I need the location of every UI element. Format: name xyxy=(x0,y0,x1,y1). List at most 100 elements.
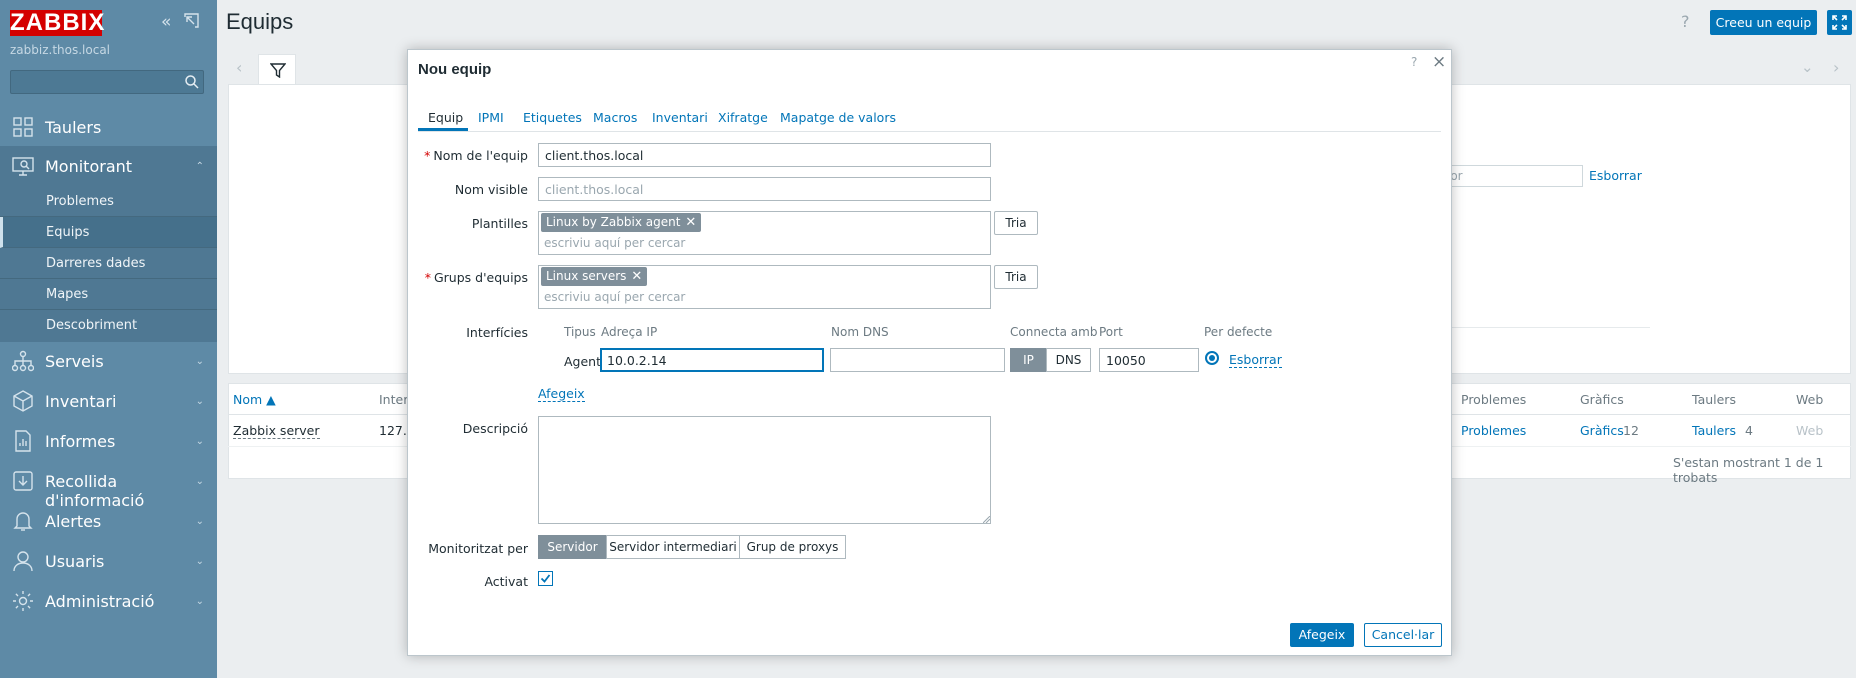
interfaces-label: Interfícies xyxy=(466,325,528,340)
remove-chip-icon[interactable]: ✕ xyxy=(685,215,696,230)
close-icon[interactable]: × xyxy=(1432,52,1446,72)
tab-value-mapping[interactable]: Mapatge de valors xyxy=(780,110,896,125)
tab-ipmi[interactable]: IPMI xyxy=(478,110,504,125)
dashboards-link[interactable]: Taulers xyxy=(1692,423,1736,438)
host-groups-label-text: Grups d'equips xyxy=(433,270,528,285)
graphs-count: 12 xyxy=(1623,423,1639,438)
sidebar-item-label: Informes xyxy=(45,432,116,451)
required-marker: * xyxy=(424,270,431,285)
sidebar-item-data-collection[interactable]: Recollida d'informació ⌄ xyxy=(0,461,217,510)
sidebar-item-services[interactable]: Serveis ⌄ xyxy=(0,341,217,381)
sidebar-item-dashboards[interactable]: Taulers xyxy=(0,107,217,147)
tab-encryption[interactable]: Xifratge xyxy=(718,110,768,125)
chevron-down-icon[interactable]: ⌄ xyxy=(1801,58,1814,76)
chevron-down-icon: ⌄ xyxy=(195,476,204,487)
active-tab-indicator xyxy=(418,128,468,131)
collapse-sidebar-icon[interactable]: « xyxy=(161,12,171,32)
sidebar-item-label: Monitorant xyxy=(45,157,133,176)
sidebar-item-latest-data[interactable]: Darreres dades xyxy=(0,248,217,279)
connect-dns-button[interactable]: DNS xyxy=(1046,348,1091,372)
groups-search-input[interactable]: escriviu aquí per cercar xyxy=(544,290,685,304)
cancel-button[interactable]: Cancel·lar xyxy=(1364,623,1442,647)
tab-host[interactable]: Equip xyxy=(428,110,463,125)
sidebar-search-input[interactable] xyxy=(10,70,204,94)
host-name-link[interactable]: Zabbix server xyxy=(233,423,320,439)
required-marker: * xyxy=(424,148,431,163)
sidebar-item-users[interactable]: Usuaris ⌄ xyxy=(0,541,217,581)
chevron-down-icon: ⌄ xyxy=(195,516,204,527)
sidebar-item-label: Usuaris xyxy=(45,552,105,571)
port-input[interactable]: 10050 xyxy=(1099,348,1199,372)
host-name-label: * Nom de l'equip xyxy=(368,148,528,163)
monitored-by-server[interactable]: Servidor xyxy=(538,535,607,559)
monitored-by-proxy-group[interactable]: Grup de proxys xyxy=(739,535,846,559)
sidebar-item-discovery[interactable]: Descobriment xyxy=(0,310,217,341)
filter-next-icon[interactable]: › xyxy=(1833,58,1839,77)
data-collection-icon xyxy=(12,470,34,492)
resize-handle-icon[interactable] xyxy=(983,516,990,523)
zabbix-logo[interactable]: ZABBIX xyxy=(10,10,104,36)
visible-name-input[interactable]: client.thos.local xyxy=(538,177,991,201)
tab-inventory[interactable]: Inventari xyxy=(652,110,708,125)
remove-interface-link[interactable]: Esborrar xyxy=(1229,352,1282,368)
default-interface-radio[interactable] xyxy=(1205,351,1219,365)
template-chip: Linux by Zabbix agent ✕ xyxy=(541,213,702,232)
templates-search-input[interactable]: escriviu aquí per cercar xyxy=(544,236,685,250)
filter-remove-link[interactable]: Esborrar xyxy=(1589,168,1642,183)
monitoring-submenu: Problemes Equips Darreres dades Mapes De… xyxy=(0,186,217,342)
monitored-by-proxy[interactable]: Servidor intermediari xyxy=(606,535,740,559)
sidebar-item-administration[interactable]: Administració ⌄ xyxy=(0,581,217,621)
description-textarea[interactable] xyxy=(538,416,991,524)
help-icon[interactable]: ? xyxy=(1411,55,1417,69)
group-chip: Linux servers ✕ xyxy=(541,267,648,286)
create-host-button[interactable]: Creeu un equip xyxy=(1710,10,1817,35)
connect-ip-button[interactable]: IP xyxy=(1010,348,1047,372)
graphs-link[interactable]: Gràfics xyxy=(1580,423,1624,438)
server-name: zabbiz.thos.local xyxy=(10,43,111,57)
enabled-checkbox[interactable] xyxy=(538,571,553,586)
gear-icon xyxy=(12,590,34,612)
sidebar-item-inventory[interactable]: Inventari ⌄ xyxy=(0,381,217,421)
problems-link[interactable]: Problemes xyxy=(1461,423,1526,438)
kiosk-mode-icon[interactable] xyxy=(184,13,199,28)
reports-icon xyxy=(12,430,34,452)
fullscreen-icon xyxy=(1832,15,1847,30)
column-header-name[interactable]: Nom ▲ xyxy=(233,392,276,407)
add-interface-link[interactable]: Afegeix xyxy=(538,386,585,402)
group-chip-label: Linux servers xyxy=(546,269,627,283)
interface-header-dns: Nom DNS xyxy=(831,325,889,339)
filter-prev-icon[interactable]: ‹ xyxy=(236,58,242,77)
add-button[interactable]: Afegeix xyxy=(1290,623,1354,647)
sidebar-item-alerts[interactable]: Alertes ⌄ xyxy=(0,501,217,541)
select-templates-button[interactable]: Tria xyxy=(994,211,1038,235)
web-link: Web xyxy=(1796,423,1824,438)
description-label: Descripció xyxy=(462,421,528,436)
tab-macros[interactable]: Macros xyxy=(593,110,637,125)
chevron-down-icon: ⌄ xyxy=(195,356,204,367)
ip-address-input[interactable]: 10.0.2.14 xyxy=(600,348,824,372)
filter-value-input[interactable]: lor xyxy=(1440,165,1583,187)
sidebar-item-label: Administració xyxy=(45,592,155,611)
filter-icon xyxy=(270,63,286,78)
bell-icon xyxy=(12,510,34,532)
interface-header-port: Port xyxy=(1099,325,1123,339)
filter-tab[interactable] xyxy=(258,54,296,85)
tab-tags[interactable]: Etiquetes xyxy=(523,110,582,125)
fullscreen-button[interactable] xyxy=(1827,10,1852,35)
sidebar-item-hosts[interactable]: Equips xyxy=(0,217,217,248)
sidebar-item-problems[interactable]: Problemes xyxy=(0,186,217,217)
select-groups-button[interactable]: Tria xyxy=(994,265,1038,289)
dns-name-input[interactable] xyxy=(830,348,1005,372)
remove-chip-icon[interactable]: ✕ xyxy=(631,269,642,284)
sidebar-item-maps[interactable]: Mapes xyxy=(0,279,217,310)
sidebar-item-reports[interactable]: Informes ⌄ xyxy=(0,421,217,461)
chevron-down-icon: ⌄ xyxy=(195,556,204,567)
host-name-input[interactable]: client.thos.local xyxy=(538,143,991,167)
help-icon[interactable]: ? xyxy=(1681,12,1690,31)
sidebar-item-label: Descobriment xyxy=(46,318,138,333)
interface-header-type: Tipus xyxy=(564,325,596,339)
templates-label: Plantilles xyxy=(471,216,528,231)
search-icon[interactable] xyxy=(185,75,199,89)
sidebar-item-monitoring[interactable]: Monitorant ⌃ xyxy=(0,146,217,186)
enabled-label: Activat xyxy=(484,574,528,589)
